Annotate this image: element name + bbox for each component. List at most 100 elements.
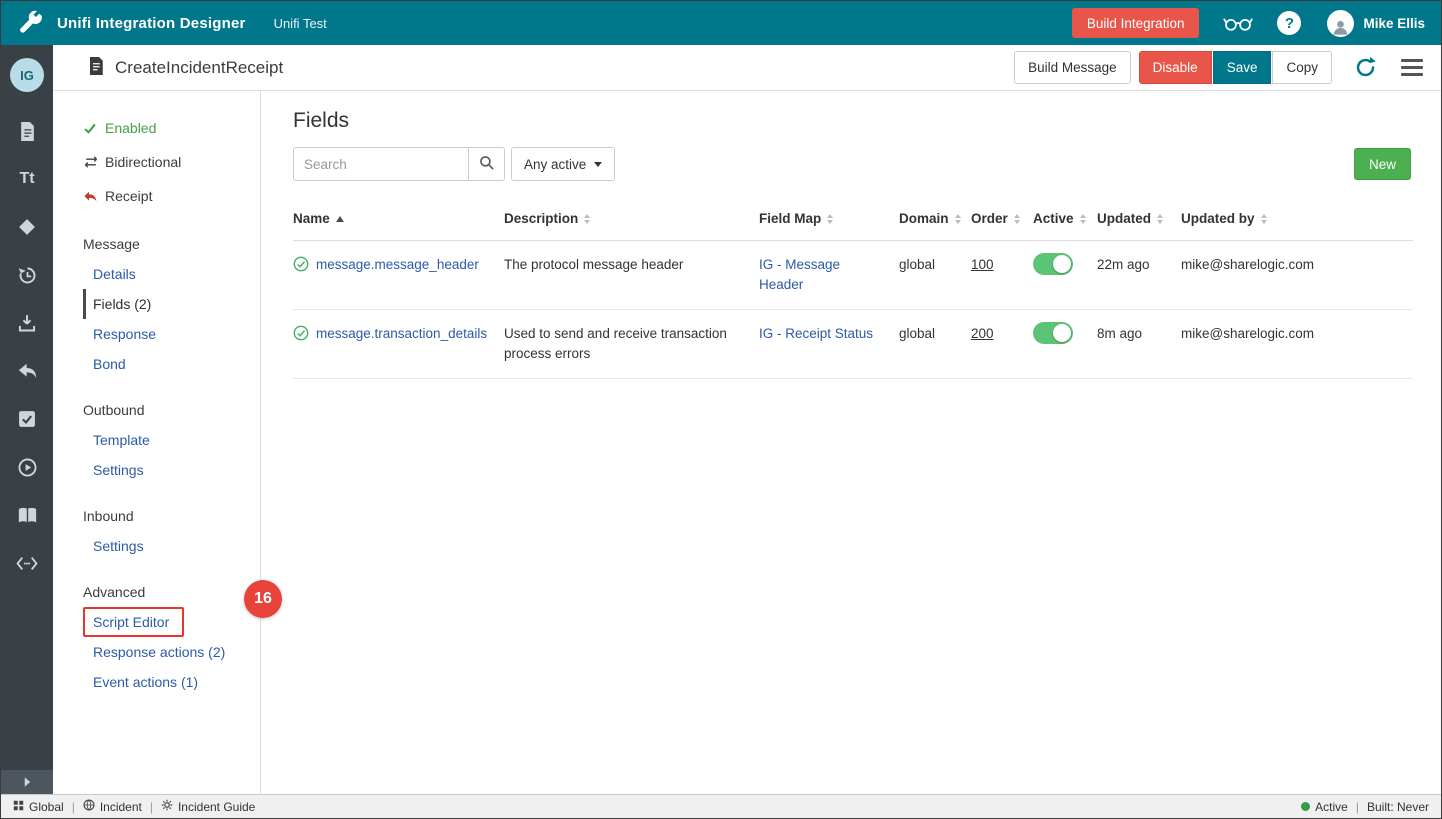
field-domain: global: [899, 255, 971, 275]
context-selector[interactable]: Incident Guide: [161, 799, 255, 814]
field-active-check-icon: [293, 325, 309, 347]
sort-icon: [1014, 214, 1020, 224]
app-title: Unifi Integration Designer: [57, 15, 246, 32]
workspace-name: Unifi Test: [274, 16, 327, 31]
field-order-link[interactable]: 200: [971, 326, 994, 341]
run-icon[interactable]: [16, 456, 38, 478]
disable-button[interactable]: Disable: [1139, 51, 1212, 84]
app-selector[interactable]: Incident: [83, 799, 142, 814]
code-icon[interactable]: [16, 552, 38, 574]
chevron-down-icon: [594, 162, 602, 167]
sidebar-nav: Enabled Bidirectional Receipt Message De…: [53, 91, 261, 794]
sidebar-item-response-actions[interactable]: Response actions (2): [83, 637, 225, 667]
status-bar: Global | Incident | Incident Guide Activ…: [1, 794, 1441, 818]
sidebar-item-inbound-settings[interactable]: Settings: [83, 531, 144, 561]
field-name-link[interactable]: message.transaction_details: [316, 326, 487, 341]
integration-status: Active: [1301, 800, 1348, 814]
sort-asc-icon: [336, 216, 344, 222]
search-button[interactable]: [468, 147, 505, 181]
field-domain: global: [899, 324, 971, 344]
column-header-name[interactable]: Name: [293, 211, 504, 226]
section-title-message: Message: [83, 229, 260, 259]
undo-icon[interactable]: [16, 360, 38, 382]
build-integration-button[interactable]: Build Integration: [1072, 8, 1200, 38]
active-filter-dropdown[interactable]: Any active: [511, 147, 615, 181]
section-title-inbound: Inbound: [83, 501, 260, 531]
document-nav-icon[interactable]: [16, 120, 38, 142]
page-title: Fields: [293, 109, 1411, 133]
field-updated-by: mike@sharelogic.com: [1181, 255, 1413, 275]
column-header-active[interactable]: Active: [1033, 211, 1097, 226]
record-header: CreateIncidentReceipt Build Message Disa…: [53, 45, 1441, 91]
check-icon: [83, 122, 105, 135]
sidebar-item-script-editor[interactable]: Script Editor: [83, 607, 184, 637]
search-input[interactable]: [293, 147, 468, 181]
sidebar-item-event-actions[interactable]: Event actions (1): [83, 667, 198, 697]
history-icon[interactable]: [16, 264, 38, 286]
grid-icon: [13, 800, 24, 814]
user-name[interactable]: Mike Ellis: [1363, 16, 1425, 31]
field-order-link[interactable]: 100: [971, 257, 994, 272]
wrench-logo-icon: [17, 10, 43, 36]
sidebar-item-bidirectional[interactable]: Bidirectional: [83, 145, 260, 179]
gear-icon: [161, 799, 173, 814]
record-title: CreateIncidentReceipt: [115, 58, 283, 78]
sidebar-item-receipt[interactable]: Receipt: [83, 179, 260, 213]
sort-icon: [1157, 214, 1163, 224]
column-header-updated-by[interactable]: Updated by: [1181, 211, 1413, 226]
documentation-icon[interactable]: [16, 504, 38, 526]
sort-icon: [1080, 214, 1086, 224]
refresh-icon[interactable]: [1354, 56, 1377, 79]
field-updated: 8m ago: [1097, 324, 1181, 344]
sidebar-expand-icon[interactable]: [1, 770, 53, 794]
status-dot-icon: [1301, 802, 1310, 811]
tasks-icon[interactable]: [16, 408, 38, 430]
field-map-link[interactable]: IG - Message Header: [759, 257, 840, 292]
active-toggle[interactable]: [1033, 322, 1073, 344]
field-name-link[interactable]: message.message_header: [316, 257, 479, 272]
text-fields-icon[interactable]: Tt: [16, 168, 38, 190]
top-bar: Unifi Integration Designer Unifi Test Bu…: [1, 1, 1441, 45]
sidebar-item-template[interactable]: Template: [83, 425, 150, 455]
icon-strip: IG Tt: [1, 45, 53, 794]
field-updated: 22m ago: [1097, 255, 1181, 275]
active-toggle[interactable]: [1033, 253, 1073, 275]
menu-icon[interactable]: [1401, 55, 1423, 80]
scope-selector[interactable]: Global: [13, 800, 64, 814]
table-row: message.transaction_details Used to send…: [293, 310, 1413, 379]
column-header-description[interactable]: Description: [504, 211, 759, 226]
column-header-updated[interactable]: Updated: [1097, 211, 1181, 226]
new-button[interactable]: New: [1354, 148, 1411, 180]
sort-icon: [827, 214, 833, 224]
user-avatar[interactable]: [1327, 10, 1354, 37]
list-controls: Any active New: [293, 147, 1411, 181]
build-message-button[interactable]: Build Message: [1014, 51, 1131, 84]
help-icon[interactable]: ?: [1277, 11, 1301, 35]
sidebar-item-bond[interactable]: Bond: [83, 349, 126, 379]
section-title-outbound: Outbound: [83, 395, 260, 425]
column-header-order[interactable]: Order: [971, 211, 1033, 226]
glasses-icon[interactable]: [1223, 15, 1253, 32]
sidebar-item-response[interactable]: Response: [83, 319, 156, 349]
main-content: Fields Any active New Name Desc: [261, 91, 1441, 794]
record-actions-group: Disable Save Copy: [1139, 51, 1332, 84]
sidebar-item-fields[interactable]: Fields (2): [83, 289, 151, 319]
sidebar-item-outbound-settings[interactable]: Settings: [83, 455, 144, 485]
field-active-check-icon: [293, 256, 309, 278]
section-title-advanced: Advanced: [83, 577, 260, 607]
sort-icon: [955, 214, 961, 224]
app-window: Unifi Integration Designer Unifi Test Bu…: [0, 0, 1442, 819]
globe-icon: [83, 799, 95, 814]
save-button[interactable]: Save: [1213, 51, 1272, 84]
integration-badge[interactable]: IG: [10, 58, 44, 92]
field-map-icon[interactable]: [16, 216, 38, 238]
field-description: The protocol message header: [504, 255, 759, 275]
column-header-field-map[interactable]: Field Map: [759, 211, 899, 226]
sidebar-item-details[interactable]: Details: [83, 259, 136, 289]
field-map-link[interactable]: IG - Receipt Status: [759, 326, 873, 341]
copy-button[interactable]: Copy: [1272, 51, 1332, 84]
column-header-domain[interactable]: Domain: [899, 211, 971, 226]
sidebar-item-enabled[interactable]: Enabled: [83, 111, 260, 145]
download-icon[interactable]: [16, 312, 38, 334]
sort-icon: [1261, 214, 1267, 224]
